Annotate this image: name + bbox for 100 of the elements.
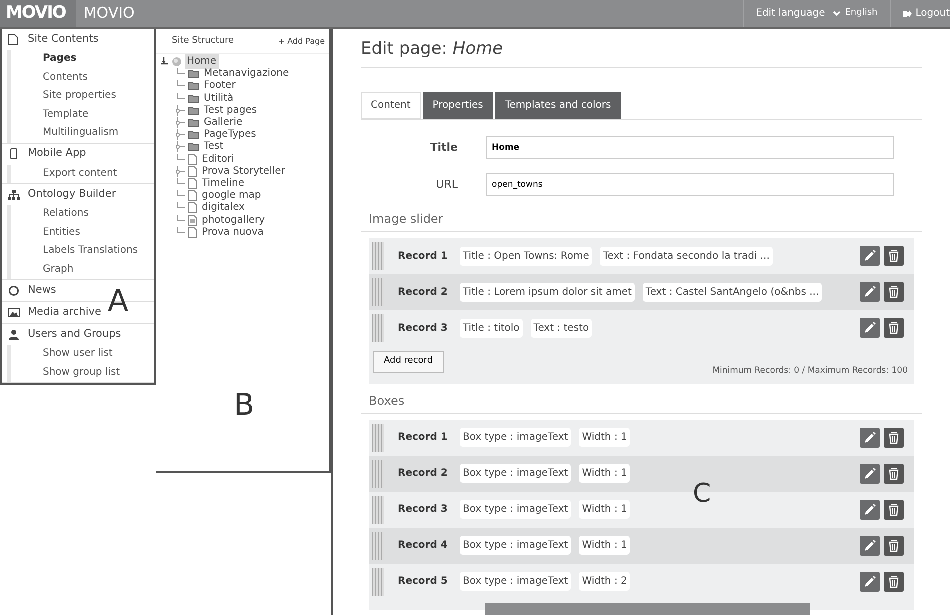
record-field: Width : 1 [579, 536, 630, 556]
limits-text: Minimum Records: 0 / Maximum Records: 100 [712, 365, 908, 378]
page-icon [188, 166, 197, 177]
delete-button[interactable] [884, 428, 904, 448]
edit-button[interactable] [860, 282, 880, 302]
edit-button[interactable] [860, 318, 880, 338]
menu-item[interactable]: Contents [11, 68, 154, 87]
page-icon [188, 190, 197, 202]
drag-handle[interactable] [372, 242, 384, 270]
folder-icon [188, 142, 199, 152]
panel-title: Site Structure [172, 35, 234, 48]
delete-button[interactable] [884, 282, 904, 302]
text-field[interactable]: Home [486, 136, 894, 160]
expanded-icon [160, 57, 169, 66]
delete-button[interactable] [884, 318, 904, 338]
globe-icon [172, 56, 182, 67]
record-field: Width : 1 [579, 428, 630, 448]
menu-section[interactable]: Ontology Builder [2, 184, 122, 205]
record-field: Width : 1 [579, 464, 630, 484]
app-name: MOVIO [82, 3, 135, 24]
menu-item[interactable]: Entities [11, 224, 154, 242]
menu-item[interactable]: Graph [11, 260, 154, 279]
pencil-icon [862, 538, 878, 554]
add-record-button[interactable]: Add record [373, 351, 444, 373]
tab[interactable]: Content [361, 92, 421, 120]
delete-button[interactable] [884, 536, 904, 556]
drag-handle[interactable] [372, 424, 384, 452]
menu-item[interactable]: Labels Translations [11, 242, 154, 260]
text-field[interactable]: open_towns [486, 173, 894, 196]
edit-button[interactable] [860, 246, 880, 266]
sitemap-icon [8, 188, 20, 200]
menu-item[interactable]: Relations [11, 205, 154, 224]
record-field: Width : 2 [579, 572, 630, 592]
edit-button[interactable] [860, 500, 880, 520]
record-label: Record 1 [398, 250, 449, 264]
phone-icon [8, 148, 20, 160]
record-label: Record 4 [398, 539, 449, 554]
edit-button[interactable] [860, 536, 880, 556]
menu-section[interactable]: News [2, 280, 62, 301]
tab[interactable]: Properties [422, 92, 494, 120]
language-label: Edit language [756, 7, 826, 21]
field-label: Title [429, 140, 459, 156]
record-label: Record 5 [398, 575, 449, 590]
edit-button[interactable] [860, 428, 880, 448]
menu-item[interactable]: Multilingualism [11, 124, 154, 142]
menu-section[interactable]: Media archive [2, 302, 108, 323]
menu-item[interactable]: Template [11, 106, 154, 124]
page-heading: Edit page: Home [361, 37, 922, 68]
edit-button[interactable] [860, 572, 880, 592]
menu-section[interactable]: Site Contents [2, 29, 105, 50]
menu-item[interactable]: Site properties [11, 87, 154, 106]
folder-icon [188, 118, 199, 128]
record-label: Record 2 [398, 467, 449, 482]
section-title: Boxes [361, 392, 922, 414]
record-label: Record 3 [398, 322, 449, 336]
tab[interactable]: Templates and colors [495, 92, 622, 120]
record-field: Box type : imageText [460, 464, 572, 484]
logo: MOVIO [0, 0, 76, 27]
record-field: Title : Open Towns: Rome [460, 246, 592, 266]
image-icon [8, 306, 20, 318]
menu-item[interactable]: Show group list [11, 364, 154, 382]
delete-button[interactable] [884, 572, 904, 592]
drag-handle[interactable] [372, 314, 384, 342]
record-field: Text : Castel SantAngelo (o&nbs ... [642, 282, 822, 302]
tree-node[interactable]: Home [185, 54, 219, 70]
menu-item[interactable]: Pages [11, 50, 154, 68]
pencil-icon [862, 466, 878, 482]
record-label: Record 2 [398, 286, 449, 300]
pencil-icon [862, 574, 878, 590]
folder-icon [188, 81, 199, 90]
circle-icon [8, 284, 20, 296]
delete-button[interactable] [884, 246, 904, 266]
delete-button[interactable] [884, 464, 904, 484]
annotation-letter: B [234, 391, 255, 421]
folder-icon [188, 106, 199, 115]
field-label: URL [435, 176, 459, 193]
page-icon [188, 202, 197, 214]
gallery-icon [188, 214, 197, 226]
record-field: Box type : imageText [460, 500, 572, 520]
caret-icon [833, 10, 842, 16]
add-page-link[interactable]: + Add Page [278, 36, 325, 48]
page-icon [188, 226, 197, 238]
delete-button[interactable] [884, 500, 904, 520]
menu-section[interactable]: Mobile App [2, 144, 92, 164]
drag-handle[interactable] [372, 568, 384, 596]
menu-item[interactable]: Export content [11, 164, 154, 183]
page-icon [188, 178, 197, 189]
folder-icon [188, 130, 199, 140]
record-field: Text : testo [530, 318, 592, 338]
pencil-icon [862, 502, 878, 518]
menu-section[interactable]: Users and Groups [2, 324, 128, 345]
record-field: Box type : imageText [460, 428, 572, 448]
drag-handle[interactable] [372, 496, 384, 524]
pencil-icon [862, 430, 878, 446]
edit-button[interactable] [860, 464, 880, 484]
record-field: Title : Lorem ipsum dolor sit amet [460, 282, 635, 302]
menu-item[interactable]: Show user list [11, 345, 154, 364]
record-field: Title : titolo [460, 318, 523, 338]
record-label: Record 1 [398, 431, 449, 446]
page-icon [188, 154, 197, 165]
